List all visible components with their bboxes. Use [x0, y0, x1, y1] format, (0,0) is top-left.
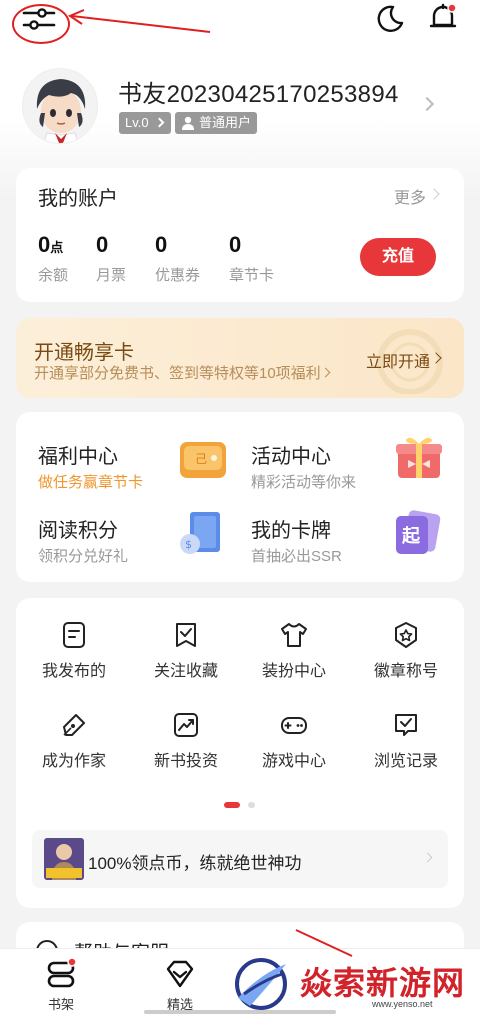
level-badge-label: Lv.0: [125, 115, 149, 130]
gamepad-icon: [281, 717, 307, 734]
stat-balance[interactable]: 0点 余额: [38, 232, 68, 285]
grid-label: 关注收藏: [153, 663, 218, 680]
grid-item-new-book-invest[interactable]: 新书投资: [130, 711, 242, 771]
watermark-url: www.yenso.net: [372, 999, 433, 1009]
feature-title: 福利中心: [38, 446, 118, 468]
home-indicator: [144, 1010, 336, 1014]
more-link[interactable]: 更多: [394, 184, 426, 208]
grid-item-become-author[interactable]: 成为作家: [18, 711, 130, 771]
grid-item-dressup-center[interactable]: 装扮中心: [238, 621, 350, 681]
annotation-circle: [12, 4, 70, 44]
level-badge[interactable]: Lv.0: [119, 112, 171, 134]
grid-item-my-posts[interactable]: 我发布的: [18, 621, 130, 681]
stat-value: 0: [229, 232, 242, 257]
feature-welfare-center[interactable]: 福利中心 做任务赢章节卡: [38, 440, 143, 492]
stat-monthly-ticket[interactable]: 0 月票: [96, 232, 126, 285]
stat-coupon[interactable]: 0 优惠券: [155, 232, 200, 285]
user-icon: [182, 116, 194, 130]
account-title: 我的账户: [38, 188, 118, 210]
username[interactable]: 书友20230425170253894: [118, 74, 399, 109]
watermark-logo-icon: [235, 958, 287, 1010]
grid-item-browse-history[interactable]: 浏览记录: [350, 711, 462, 771]
bookmark-check-icon: [176, 623, 196, 647]
grid-label: 我发布的: [41, 663, 106, 680]
grid-item-badges[interactable]: 徽章称号: [350, 621, 462, 681]
avatar-image: [23, 69, 97, 143]
grid-label: 徽章称号: [373, 663, 438, 680]
nav-label: 书架: [47, 997, 74, 1012]
svg-text:$: $: [185, 538, 192, 551]
reading-points-icon: $: [180, 512, 220, 554]
promo-thumbnail-icon: [44, 838, 84, 880]
stat-label: 章节卡: [229, 267, 275, 284]
grid-item-follow-collect[interactable]: 关注收藏: [130, 621, 242, 681]
promo-text: 100%领点币，练就绝世神功: [88, 854, 302, 873]
night-mode-icon[interactable]: [373, 3, 405, 35]
document-icon: [63, 622, 85, 648]
vip-open-button[interactable]: 立即开通: [366, 348, 430, 372]
grid-label: 成为作家: [41, 753, 106, 770]
feature-activity-center[interactable]: 活动中心 精彩活动等你来: [251, 440, 356, 492]
user-type-badge: 普通用户: [175, 112, 258, 134]
vip-title: 开通畅享卡: [34, 342, 134, 364]
grid-item-game-center[interactable]: 游戏中心: [238, 711, 350, 771]
feature-subtitle: 领积分兑好礼: [38, 548, 129, 565]
profile-chevron-icon[interactable]: [419, 96, 435, 112]
feature-reading-points[interactable]: 阅读积分 领积分兑好礼: [38, 514, 128, 566]
avatar[interactable]: [22, 68, 98, 144]
vip-open-label: 立即开通: [366, 354, 431, 371]
pen-icon: [63, 714, 85, 736]
recharge-button[interactable]: 充值: [360, 238, 436, 276]
vip-subtitle: 开通享部分免费书、签到等特权等10项福利: [34, 365, 321, 382]
chevron-right-icon: [154, 117, 165, 128]
grid-label: 浏览记录: [373, 753, 438, 770]
feature-my-cards[interactable]: 我的卡牌 首抽必出SSR: [251, 514, 342, 566]
trend-chart-icon: [174, 713, 198, 737]
feature-title: 我的卡牌: [251, 520, 331, 542]
grid-label: 游戏中心: [261, 753, 326, 770]
watermark-text: 焱索新游网: [300, 965, 466, 1001]
annotation-arrow-bottom: [295, 929, 353, 957]
gift-box-icon: [396, 437, 442, 478]
annotation-arrow-top: [67, 9, 211, 33]
stat-unit: 点: [50, 240, 64, 255]
page-indicator-active: [224, 802, 240, 808]
tshirt-icon: [281, 623, 307, 647]
svg-text:起: 起: [401, 525, 421, 547]
stat-label: 优惠券: [155, 267, 201, 284]
promo-chevron-icon: [422, 852, 433, 863]
feature-subtitle: 首抽必出SSR: [251, 548, 342, 565]
stat-label: 余额: [38, 267, 69, 284]
nav-bookshelf[interactable]: 书架: [36, 958, 86, 1013]
user-type-label: 普通用户: [199, 115, 252, 130]
feature-subtitle: 做任务赢章节卡: [38, 474, 144, 491]
nav-featured[interactable]: 精选: [155, 958, 205, 1013]
more-label: 更多: [394, 190, 427, 207]
grid-label: 装扮中心: [261, 663, 326, 680]
coin-wallet-icon: 己: [180, 442, 226, 478]
feature-subtitle: 精彩活动等你来: [251, 474, 357, 491]
feature-title: 阅读积分: [38, 520, 118, 542]
svg-text:己: 己: [195, 452, 207, 466]
grid-label: 新书投资: [153, 753, 218, 770]
stat-label: 月票: [96, 267, 127, 284]
stat-value: 0: [38, 232, 51, 257]
feature-title: 活动中心: [251, 446, 331, 468]
notification-bell-icon[interactable]: [428, 2, 458, 34]
stat-chapter-card[interactable]: 0 章节卡: [229, 232, 274, 285]
stat-value: 0: [96, 232, 109, 257]
bookshelf-icon: [47, 958, 77, 988]
card-deck-icon: 起: [396, 510, 441, 554]
stat-value: 0: [155, 232, 168, 257]
history-heart-icon: [395, 714, 417, 736]
diamond-icon: [166, 960, 194, 988]
badge-star-icon: [395, 622, 417, 648]
page-indicator: [248, 802, 255, 808]
